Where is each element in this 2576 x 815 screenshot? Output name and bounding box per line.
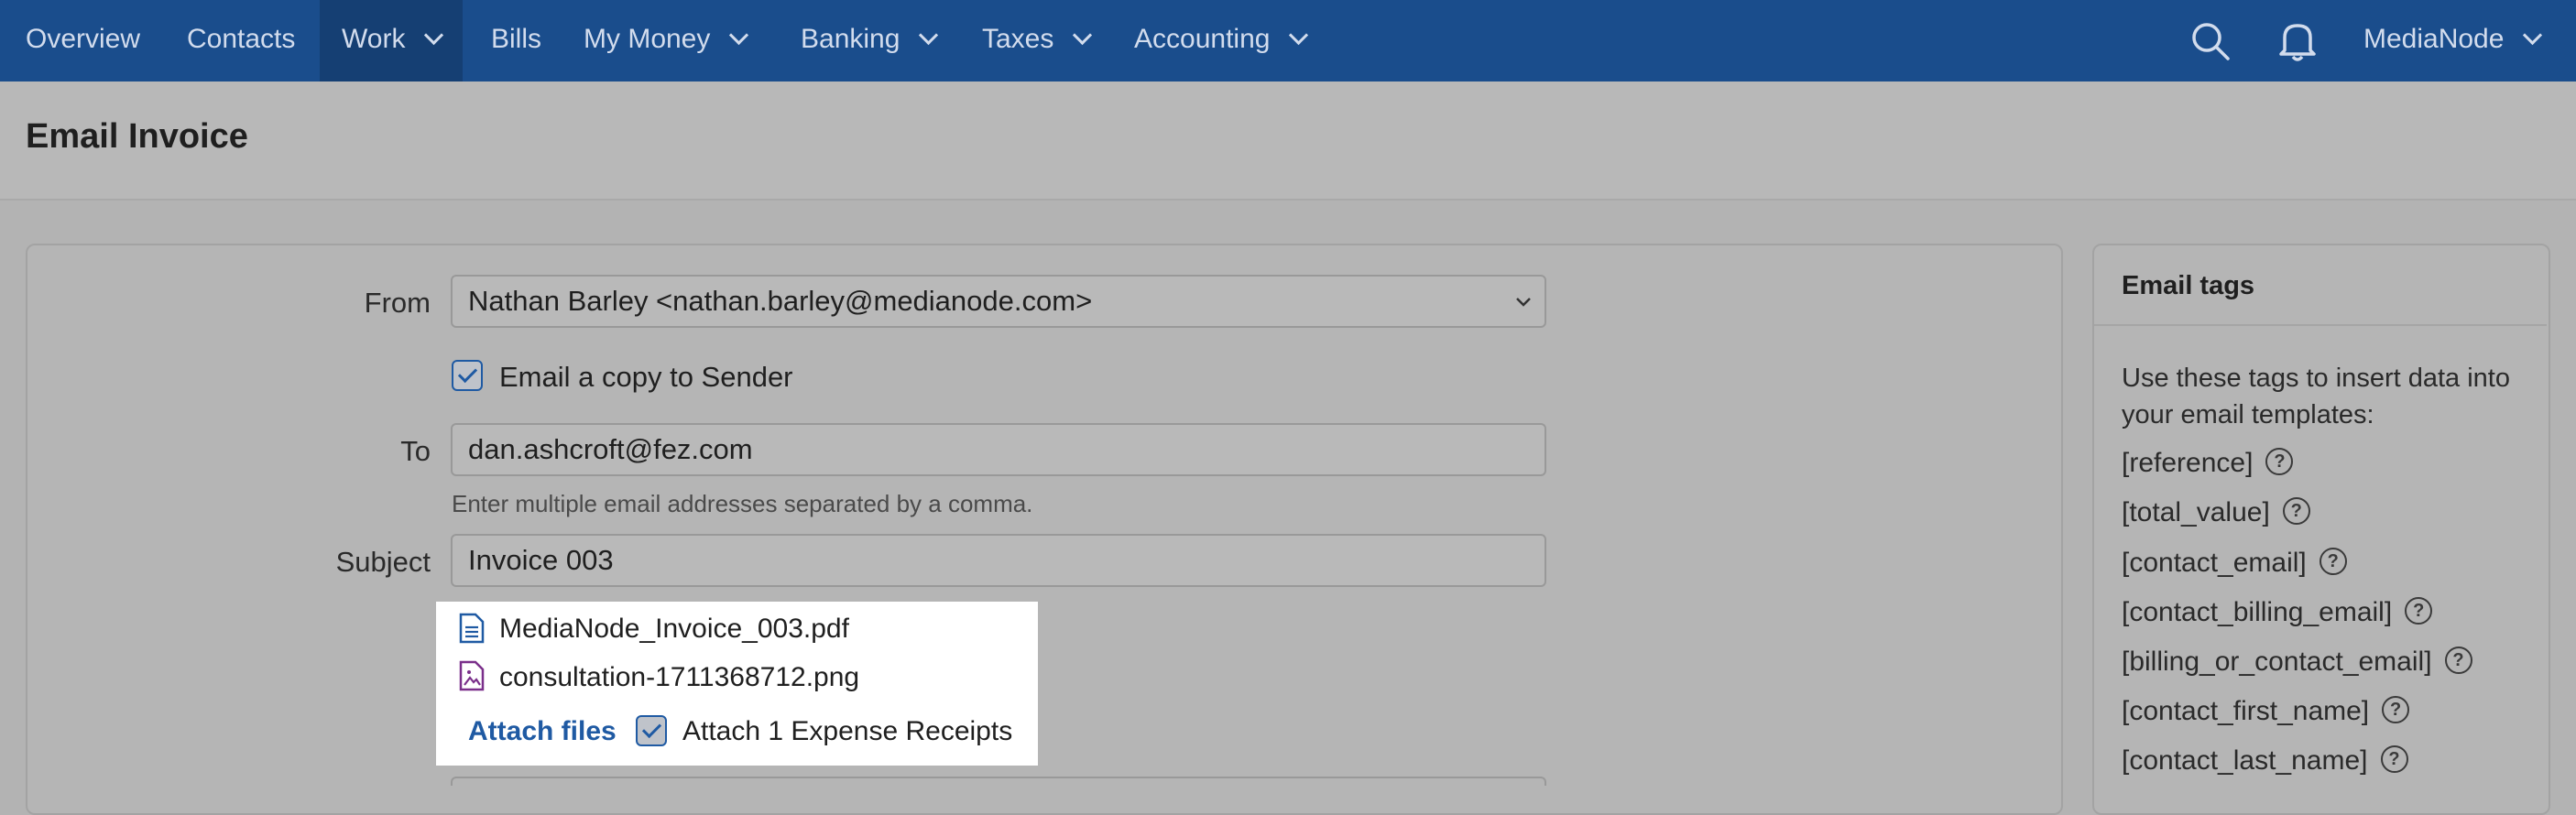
message-field[interactable] bbox=[451, 777, 1546, 786]
attach-files-link[interactable]: Attach files bbox=[468, 716, 617, 747]
chevron-down-icon bbox=[1073, 25, 1093, 46]
help-icon[interactable]: ? bbox=[2282, 497, 2310, 526]
nav-item-my-money[interactable]: My Money bbox=[584, 0, 749, 82]
copy-sender-checkbox[interactable] bbox=[452, 360, 483, 391]
chevron-down-icon bbox=[729, 25, 749, 46]
to-label: To bbox=[400, 435, 431, 467]
nav-item-taxes[interactable]: Taxes bbox=[982, 0, 1093, 82]
bell-icon[interactable] bbox=[2277, 0, 2318, 82]
image-file-icon bbox=[459, 660, 485, 696]
attachment-file-name[interactable]: consultation-1711368712.png bbox=[499, 662, 859, 693]
email-tags-card bbox=[2092, 244, 2550, 815]
expense-receipts-label: Attach 1 Expense Receipts bbox=[682, 716, 1013, 746]
email-tags-title: Email tags bbox=[2122, 271, 2255, 300]
email-form-card bbox=[26, 244, 2063, 815]
divider bbox=[2094, 324, 2547, 326]
help-icon[interactable]: ? bbox=[2265, 448, 2294, 476]
tag-item[interactable]: [contact_email]? bbox=[2122, 548, 2347, 579]
help-icon[interactable]: ? bbox=[2382, 696, 2410, 724]
tag-item[interactable]: [contact_billing_email]? bbox=[2122, 597, 2433, 628]
chevron-down-icon bbox=[424, 25, 444, 46]
tag-item[interactable]: [total_value]? bbox=[2122, 497, 2310, 528]
tag-item[interactable]: [contact_first_name]? bbox=[2122, 696, 2410, 727]
chevron-down-icon bbox=[2523, 25, 2543, 46]
nav-item-work[interactable]: Work bbox=[320, 0, 464, 82]
copy-sender-label: Email a copy to Sender bbox=[499, 361, 793, 393]
subject-input[interactable]: Invoice 003 bbox=[451, 534, 1546, 587]
document-icon bbox=[459, 613, 485, 648]
help-icon[interactable]: ? bbox=[2319, 548, 2347, 576]
nav-item-contacts[interactable]: Contacts bbox=[187, 0, 295, 82]
top-navigation-bar: Overview Contacts Work Bills My Money Ba… bbox=[0, 0, 2576, 82]
page-header bbox=[0, 82, 2576, 201]
chevron-down-icon bbox=[919, 25, 939, 46]
tag-item[interactable]: [contact_last_name]? bbox=[2122, 745, 2408, 777]
subject-label: Subject bbox=[335, 546, 431, 578]
tag-item[interactable]: [reference]? bbox=[2122, 448, 2294, 479]
expense-receipts-checkbox[interactable] bbox=[636, 715, 667, 746]
from-select[interactable]: Nathan Barley <nathan.barley@medianode.c… bbox=[451, 275, 1546, 328]
account-menu[interactable]: MediaNode bbox=[2363, 0, 2543, 82]
chevron-down-icon bbox=[1289, 25, 1309, 46]
help-icon[interactable]: ? bbox=[2405, 597, 2433, 625]
from-label: From bbox=[364, 287, 431, 319]
search-icon[interactable] bbox=[2189, 0, 2232, 82]
nav-item-accounting[interactable]: Accounting bbox=[1134, 0, 1309, 82]
page-title: Email Invoice bbox=[26, 117, 248, 156]
tag-item[interactable]: [billing_or_contact_email]? bbox=[2122, 647, 2472, 678]
email-tags-intro: Use these tags to insert data into your … bbox=[2122, 364, 2510, 429]
help-icon[interactable]: ? bbox=[2380, 745, 2408, 774]
nav-item-bills[interactable]: Bills bbox=[491, 0, 541, 82]
to-help-text: Enter multiple email addresses separated… bbox=[452, 490, 1033, 517]
nav-item-overview[interactable]: Overview bbox=[26, 0, 140, 82]
attachment-file-name[interactable]: MediaNode_Invoice_003.pdf bbox=[499, 614, 849, 645]
help-icon[interactable]: ? bbox=[2444, 647, 2472, 675]
nav-item-banking[interactable]: Banking bbox=[801, 0, 939, 82]
chevron-down-icon bbox=[1516, 298, 1531, 307]
to-input[interactable]: dan.ashcroft@fez.com bbox=[451, 423, 1546, 476]
